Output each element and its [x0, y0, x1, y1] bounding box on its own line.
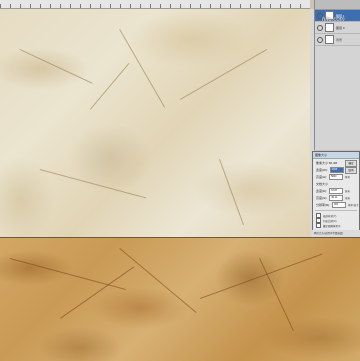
watermark-text: hitu.com	[322, 17, 345, 23]
height-pixels-input[interactable]: 5800	[329, 173, 343, 180]
ok-button[interactable]: 确定	[345, 160, 357, 167]
resolution-input[interactable]: 300	[332, 201, 346, 208]
layer-name: 图层 0	[336, 25, 345, 30]
cancel-button[interactable]: 取消	[345, 167, 357, 174]
field-label: 宽度(D):	[316, 188, 327, 193]
field-label: 高度(H):	[316, 174, 327, 179]
checkbox-label: 缩放样式(Y)	[323, 214, 337, 218]
checkbox-label: 约束比例(C)	[323, 219, 337, 223]
height-pixels-row: 高度(H): 5800 像素	[313, 173, 359, 180]
marble-vein	[180, 49, 268, 100]
checkbox-label: 重定图像像素(I)	[323, 224, 341, 228]
layer-thumbnail	[325, 23, 334, 32]
marble-texture-canvas-dark[interactable]	[0, 237, 360, 361]
resample-method-status: 两次立方(适用于平滑渐变)	[312, 230, 360, 237]
height-doc-input[interactable]: 49.11	[329, 194, 344, 201]
eye-icon[interactable]	[317, 36, 323, 43]
pixel-dimensions-text: 像素大小:66.4M	[316, 160, 338, 165]
layer-name: 背景	[336, 37, 343, 42]
horizontal-ruler	[0, 0, 310, 9]
layer-row[interactable]: 背景	[315, 34, 360, 46]
marble-texture-canvas-light[interactable]	[0, 9, 310, 237]
eye-icon[interactable]	[317, 24, 323, 31]
field-label: 高度(G):	[316, 195, 328, 200]
height-doc-row: 高度(G): 49.11 厘米	[313, 194, 359, 201]
unit-label: 厘米	[345, 189, 351, 193]
width-doc-row: 宽度(D): 33.87 厘米	[313, 187, 359, 194]
resolution-row: 分辨率(R): 300 像素/英寸	[313, 201, 359, 208]
marble-vein	[119, 29, 165, 108]
field-label: 宽度(W):	[316, 167, 328, 172]
resample-checkbox[interactable]: 重定图像像素(I)	[313, 223, 359, 228]
layers-panel-header	[315, 0, 360, 10]
checkbox-box[interactable]	[316, 223, 321, 228]
unit-label: 厘米	[345, 196, 351, 200]
marble-vein	[119, 248, 197, 314]
marble-vein	[39, 169, 147, 199]
image-size-dialog: 图像大小 像素大小:66.4M 宽度(W): 4000 像素 高度(H): 58…	[312, 151, 360, 237]
width-doc-input[interactable]: 33.87	[329, 187, 343, 194]
field-label: 分辨率(R):	[316, 202, 330, 207]
dialog-title: 图像大小	[313, 152, 359, 159]
layer-row[interactable]: 图层 0	[315, 22, 360, 34]
divider	[315, 210, 357, 211]
marble-vein	[219, 159, 244, 226]
layer-thumbnail	[325, 35, 334, 44]
document-size-label: 文档大小	[313, 180, 359, 187]
width-pixels-input[interactable]: 4000	[329, 166, 344, 173]
marble-vein	[19, 49, 93, 84]
unit-label: 像素	[345, 175, 351, 179]
marble-vein	[90, 63, 130, 110]
unit-label: 像素/英寸	[348, 203, 359, 207]
section-label: 文档大小	[316, 181, 329, 186]
